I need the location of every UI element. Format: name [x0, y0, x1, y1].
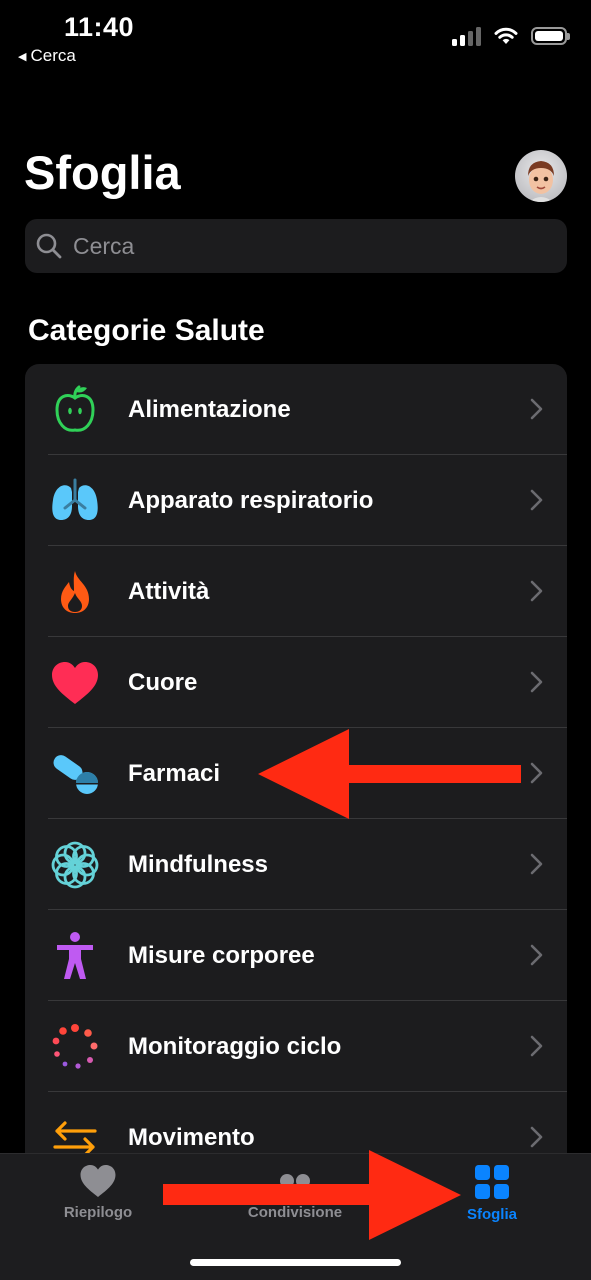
category-label: Farmaci — [128, 759, 221, 787]
heart-icon — [47, 657, 103, 709]
category-row-mindfulness[interactable]: Mindfulness — [25, 819, 567, 910]
category-label: Mindfulness — [128, 850, 269, 878]
flame-icon — [47, 566, 103, 618]
category-label: Monitoraggio ciclo — [128, 1032, 342, 1060]
category-row-misure-corporee[interactable]: Misure corporee — [25, 910, 567, 1001]
people-tab-icon — [280, 1174, 310, 1188]
figure-icon — [47, 930, 103, 982]
search-input[interactable] — [71, 231, 535, 261]
tab-label: Sfoglia — [466, 1206, 517, 1223]
chevron-right-icon — [530, 1126, 543, 1148]
tab-label: Condivisione — [247, 1204, 343, 1221]
lungs-icon — [47, 475, 103, 527]
category-row-farmaci[interactable]: Farmaci — [25, 728, 567, 819]
wifi-icon — [494, 27, 518, 44]
memoji-avatar-icon — [528, 161, 554, 202]
screen: 11:40 ◀ Cerca Sfoglia Cerca Categorie Sa… — [0, 0, 591, 1280]
flower-icon — [47, 839, 103, 891]
tab-condivisione[interactable]: Condivisione — [225, 1164, 365, 1221]
back-triangle-icon: ◀ — [18, 50, 27, 63]
chevron-right-icon — [530, 1035, 543, 1057]
chevron-right-icon — [530, 489, 543, 511]
category-row-alimentazione[interactable]: Alimentazione — [25, 364, 567, 455]
heart-tab-icon — [80, 1165, 116, 1197]
category-row-cuore[interactable]: Cuore — [25, 637, 567, 728]
tab-riepilogo[interactable]: Riepilogo — [28, 1164, 168, 1221]
home-indicator[interactable] — [190, 1259, 401, 1266]
battery-icon — [531, 27, 570, 45]
chevron-right-icon — [530, 580, 543, 602]
status-time: 11:40 — [64, 12, 135, 42]
avatar-button[interactable] — [515, 150, 567, 202]
chevron-right-icon — [530, 762, 543, 784]
pills-icon — [47, 748, 103, 800]
search-bar[interactable] — [25, 219, 567, 273]
category-row-attivita[interactable]: Attività — [25, 546, 567, 637]
category-row-monitoraggio-ciclo[interactable]: Monitoraggio ciclo — [25, 1001, 567, 1092]
category-label: Movimento — [128, 1123, 255, 1151]
cycle-dots-icon — [47, 1021, 103, 1073]
chevron-right-icon — [530, 398, 543, 420]
chevron-right-icon — [530, 671, 543, 693]
grid-tab-icon — [475, 1165, 509, 1199]
chevron-right-icon — [530, 944, 543, 966]
page-title: Sfoglia — [24, 146, 181, 199]
health-categories-list: Alimentazione Apparato respiratorio Atti… — [25, 364, 567, 1204]
chevron-right-icon — [530, 853, 543, 875]
category-label: Alimentazione — [128, 395, 291, 423]
category-label: Cuore — [128, 668, 198, 696]
tab-label: Riepilogo — [63, 1204, 133, 1221]
categories-section-title: Categorie Salute — [28, 314, 265, 347]
category-label: Misure corporee — [128, 941, 315, 969]
back-to-search-link[interactable]: ◀ Cerca — [18, 46, 76, 66]
apple-icon — [47, 384, 103, 436]
search-icon — [36, 233, 62, 259]
category-row-apparato-respiratorio[interactable]: Apparato respiratorio — [25, 455, 567, 546]
status-icons — [452, 26, 570, 46]
cellular-signal-icon — [452, 26, 481, 46]
back-label: Cerca — [30, 46, 76, 65]
category-label: Apparato respiratorio — [128, 486, 374, 514]
tab-sfoglia[interactable]: Sfoglia — [422, 1164, 562, 1223]
category-label: Attività — [128, 577, 210, 605]
